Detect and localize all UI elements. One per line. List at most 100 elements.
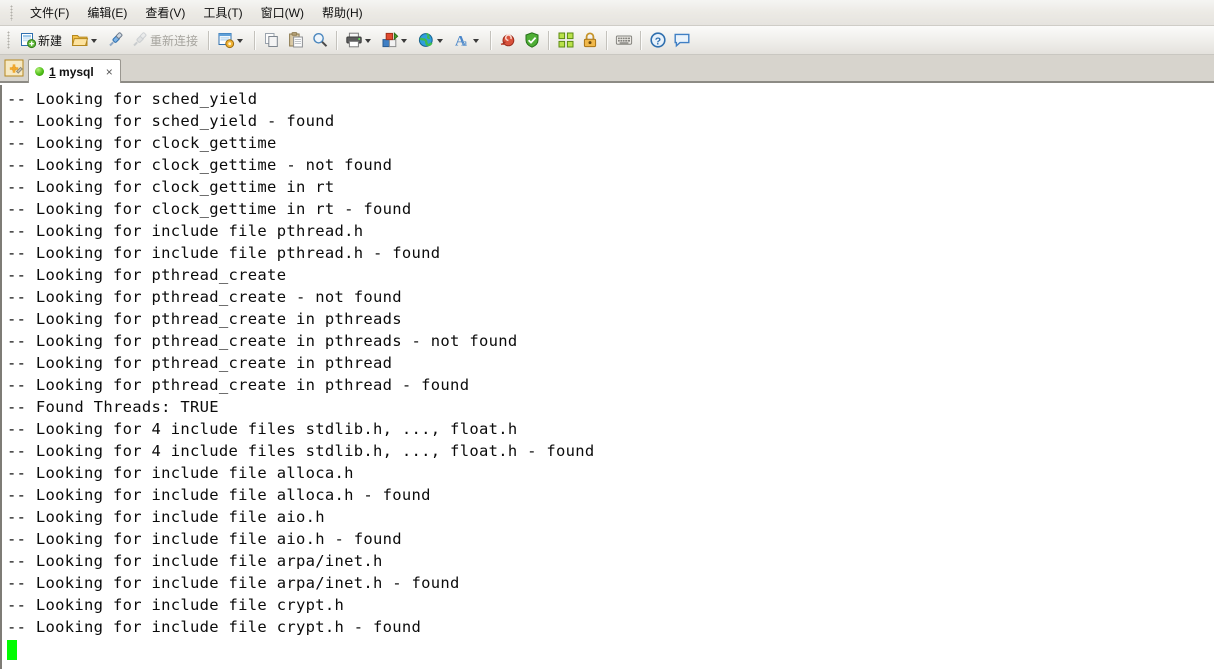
console-line: -- Looking for pthread_create [7,266,287,284]
menu-tools[interactable]: 工具(T) [194,1,251,24]
console-line: -- Found Threads: TRUE [7,398,219,416]
console-line: -- Looking for include file alloca.h - f… [7,486,431,504]
toolbar-separator-5 [548,30,551,50]
keyboard-button[interactable] [612,28,636,53]
console-line: -- Looking for include file arpa/inet.h [7,552,383,570]
web-button[interactable] [414,28,450,53]
export-button[interactable] [378,28,414,53]
tab-label: 1 mysql [49,65,94,79]
connected-status-dot [35,67,44,76]
shield-icon [523,31,541,49]
export-color-icon [381,31,399,49]
menu-view[interactable]: 查看(V) [136,1,194,24]
help-button[interactable]: ? [646,28,670,53]
font-icon: A a [453,31,471,50]
print-dropdown-caret[interactable] [365,39,372,43]
svg-text:?: ? [655,35,661,47]
lock-button[interactable] [578,28,602,53]
slow-query-button[interactable] [496,28,520,53]
font-button[interactable]: A a [450,28,486,53]
console-line: -- Looking for 4 include files stdlib.h,… [7,420,518,438]
query-window-icon [217,31,235,49]
tab-mysql[interactable]: 1 mysql × [28,59,121,83]
keyboard-icon [615,31,633,49]
console-line: -- Looking for pthread_create - not foun… [7,288,402,306]
console-line: -- Looking for clock_gettime in rt [7,178,335,196]
console-line: -- Looking for 4 include files stdlib.h,… [7,442,595,460]
menu-bar: 文件(F) 编辑(E) 查看(V) 工具(T) 窗口(W) 帮助(H) [0,0,1214,26]
console-output-panel[interactable]: -- Looking for sched_yield -- Looking fo… [0,85,1214,669]
menu-window[interactable]: 窗口(W) [252,1,313,24]
find-button[interactable] [308,28,332,53]
new-document-icon [19,31,37,49]
toolbar-separator-1 [208,30,211,50]
console-line: -- Looking for include file crypt.h [7,596,345,614]
paste-button[interactable] [284,28,308,53]
comment-button[interactable] [670,28,694,53]
menu-edit[interactable]: 编辑(E) [78,1,136,24]
query-dropdown-caret[interactable] [237,39,244,43]
menu-help[interactable]: 帮助(H) [313,1,372,24]
console-line: -- Looking for include file crypt.h - fo… [7,618,422,636]
printer-icon [345,31,363,49]
menubar-drag-grip[interactable] [10,4,13,21]
tab-strip: 1 mysql × [0,55,1214,83]
console-line: -- Looking for include file alloca.h [7,464,354,482]
toolbar-separator-7 [640,30,643,50]
connect-plug-icon [107,31,125,49]
svg-text:a: a [462,37,468,49]
console-line: -- Looking for clock_gettime in rt - fou… [7,200,412,218]
connect-button[interactable] [104,28,128,53]
tab-name: mysql [59,64,94,79]
menu-file[interactable]: 文件(F) [21,1,78,24]
export-dropdown-caret[interactable] [401,39,408,43]
toolbar-separator-3 [336,30,339,50]
close-icon[interactable]: × [103,65,116,79]
paste-icon [287,31,305,49]
help-icon: ? [649,31,667,49]
console-line: -- Looking for pthread_create in pthread [7,354,393,372]
copy-button[interactable] [260,28,284,53]
console-line: -- Looking for clock_gettime [7,134,277,152]
open-button[interactable] [68,28,104,53]
search-icon [311,31,329,49]
toolbar: 新建 重新连接 A a ? [0,26,1214,55]
toolbar-separator-4 [490,30,493,50]
console-line: -- Looking for include file pthread.h - … [7,244,441,262]
toolbar-drag-grip[interactable] [7,31,10,49]
reconnect-button-label: 重新连接 [150,33,199,48]
reconnect-button[interactable]: 重新连接 [128,28,204,53]
comment-icon [673,31,691,49]
console-line: -- Looking for include file pthread.h [7,222,364,240]
open-dropdown-caret[interactable] [91,39,98,43]
console-line: -- Looking for pthread_create in pthread… [7,332,518,350]
grid-button[interactable] [554,28,578,53]
toolbar-separator-2 [254,30,257,50]
open-folder-icon [71,31,89,49]
tab-index: 1 [49,64,56,79]
snail-icon [499,31,517,49]
new-button[interactable]: 新建 [16,28,68,53]
copy-icon [263,31,281,49]
backup-button[interactable] [520,28,544,53]
text-cursor [7,639,17,660]
console-line: -- Looking for include file aio.h - foun… [7,530,402,548]
console-line: -- Looking for pthread_create in pthread… [7,376,470,394]
print-button[interactable] [342,28,378,53]
console-line: -- Looking for clock_gettime - not found [7,156,393,174]
web-dropdown-caret[interactable] [437,39,444,43]
globe-icon [417,31,435,49]
font-dropdown-caret[interactable] [473,39,480,43]
toolbar-separator-6 [606,30,609,50]
grid-icon [557,31,575,49]
query-button[interactable] [214,28,250,53]
console-line: -- Looking for include file aio.h [7,508,325,526]
console-line: -- Looking for sched_yield [7,90,258,108]
lock-icon [581,31,599,49]
console-line: -- Looking for sched_yield - found [7,112,335,130]
console-line: -- Looking for pthread_create in pthread… [7,310,402,328]
console-cursor-line [7,638,1214,660]
console-lines: -- Looking for sched_yield -- Looking fo… [2,85,1214,660]
new-button-label: 新建 [38,33,63,48]
reconnect-icon [131,31,149,49]
